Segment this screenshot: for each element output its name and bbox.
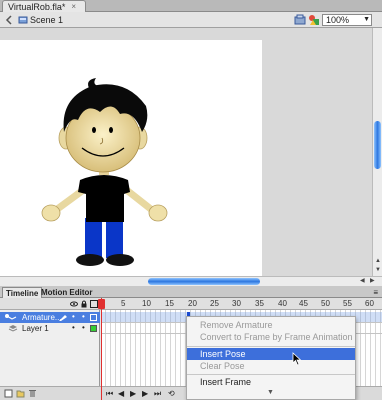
layer-row-layer-1[interactable]: Layer 1 • • <box>0 323 100 334</box>
outline-icon[interactable] <box>90 300 98 308</box>
zoom-select[interactable]: 100% ▼ <box>322 14 372 26</box>
layer-row-armature[interactable]: Armature... • • <box>0 312 100 323</box>
pencil-icon <box>59 315 67 321</box>
horizontal-scrollbar[interactable]: ◀ ▶ <box>0 276 382 286</box>
chevron-down-icon: ▼ <box>363 16 370 23</box>
step-back-icon[interactable]: ◀ <box>118 389 127 398</box>
lock-dot-icon[interactable]: • <box>82 312 85 321</box>
ruler-tick: 40 <box>278 299 287 308</box>
playhead-handle[interactable] <box>98 299 105 309</box>
layer-name[interactable]: Armature... <box>22 313 62 322</box>
eye-icon[interactable] <box>70 300 78 308</box>
scroll-down-icon[interactable]: ▼ <box>373 267 382 275</box>
layer-list: Armature... • • Layer 1 • • <box>0 310 100 386</box>
document-tab-title: VirtualRob.fla* <box>8 1 66 12</box>
scroll-right-icon[interactable]: ▶ <box>370 277 375 284</box>
ruler-tick: 15 <box>165 299 174 308</box>
play-icon[interactable]: ▶ <box>130 389 139 398</box>
close-tab-icon[interactable]: × <box>71 2 76 11</box>
menu-separator <box>187 374 355 375</box>
horizontal-scroll-thumb[interactable] <box>148 278 260 285</box>
layer-icon <box>8 325 18 332</box>
layer-name[interactable]: Layer 1 <box>22 324 49 333</box>
visible-dot-icon[interactable]: • <box>72 312 75 321</box>
lock-icon[interactable] <box>80 300 88 308</box>
armature-layer-icon <box>5 314 17 320</box>
ruler-tick: 5 <box>121 299 126 308</box>
ruler-tick: 35 <box>255 299 264 308</box>
menu-separator <box>187 346 355 347</box>
ruler-tick: 25 <box>210 299 219 308</box>
fast-forward-icon[interactable]: ⏭ <box>154 389 163 398</box>
document-tab-bar: VirtualRob.fla* × <box>0 0 382 12</box>
layer-color-swatch[interactable] <box>90 314 97 321</box>
character-illustration[interactable] <box>0 40 262 276</box>
stage-canvas[interactable] <box>0 40 262 276</box>
ruler-tick: 60 <box>365 299 374 308</box>
vertical-scrollbar[interactable]: ▲ ▼ <box>372 28 382 276</box>
context-menu: Remove Armature Convert to Frame by Fram… <box>186 316 356 400</box>
scroll-left-icon[interactable]: ◀ <box>360 277 365 284</box>
ruler-tick: 45 <box>299 299 308 308</box>
stage-area <box>0 28 372 276</box>
new-folder-icon[interactable] <box>16 389 25 398</box>
tab-motion-editor[interactable]: Motion Editor <box>38 287 96 298</box>
panel-tab-bar: Timeline Motion Editor ≡ <box>0 286 382 298</box>
tab-timeline[interactable]: Timeline <box>2 287 43 298</box>
back-arrow-icon[interactable] <box>4 15 14 25</box>
mouse-cursor-icon <box>292 352 302 366</box>
edit-scene-icon[interactable] <box>294 14 306 26</box>
step-forward-icon[interactable]: ▶ <box>142 389 151 398</box>
rewind-icon[interactable]: ⏮ <box>106 389 115 398</box>
delete-layer-icon[interactable] <box>28 389 37 398</box>
menu-item-insert-pose[interactable]: Insert Pose <box>187 348 355 360</box>
menu-item-remove-armature[interactable]: Remove Armature <box>187 319 355 331</box>
edit-bar: Scene 1 100% ▼ <box>0 12 382 28</box>
playhead-line <box>101 298 102 400</box>
menu-item-insert-frame[interactable]: Insert Frame <box>187 376 355 388</box>
ruler-tick: 30 <box>232 299 241 308</box>
edit-symbols-icon[interactable] <box>308 14 320 26</box>
layer-color-swatch[interactable] <box>90 325 97 332</box>
vertical-scroll-thumb[interactable] <box>374 121 381 169</box>
document-tab[interactable]: VirtualRob.fla* × <box>2 0 86 12</box>
ruler-tick: 20 <box>188 299 197 308</box>
timeline-header: 5 10 15 20 25 30 35 40 45 50 55 60 <box>0 298 382 310</box>
scroll-up-icon[interactable]: ▲ <box>373 258 382 266</box>
ruler-tick: 50 <box>321 299 330 308</box>
menu-item-convert-frame-by-frame[interactable]: Convert to Frame by Frame Animation <box>187 331 355 343</box>
visible-dot-icon[interactable]: • <box>72 323 75 332</box>
menu-item-clear-pose[interactable]: Clear Pose <box>187 360 355 372</box>
chevron-down-icon[interactable]: ▼ <box>267 389 274 396</box>
loop-icon[interactable]: ⟲ <box>168 389 177 398</box>
panel-menu-icon[interactable]: ≡ <box>373 288 378 297</box>
ruler-tick: 10 <box>142 299 151 308</box>
scene-icon <box>18 16 28 24</box>
scene-label: Scene 1 <box>30 15 64 25</box>
zoom-value: 100% <box>326 15 350 25</box>
ruler-tick: 55 <box>343 299 352 308</box>
new-layer-icon[interactable] <box>4 389 13 398</box>
lock-dot-icon[interactable]: • <box>82 323 85 332</box>
